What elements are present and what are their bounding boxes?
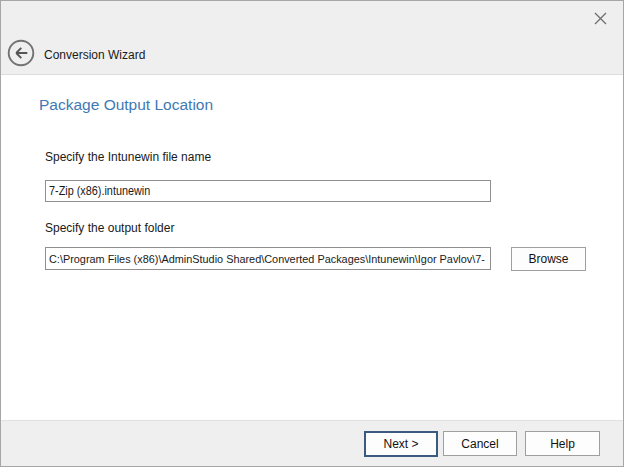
wizard-header: Conversion Wizard <box>1 1 623 75</box>
browse-button[interactable]: Browse <box>511 247 586 271</box>
wizard-title: Conversion Wizard <box>44 48 145 62</box>
output-folder-label: Specify the output folder <box>45 221 174 235</box>
footer-bar: Next > Cancel Help <box>1 420 623 466</box>
page-title: Package Output Location <box>39 96 213 114</box>
output-folder-input[interactable]: C:\Program Files (x86)\AdminStudio Share… <box>45 247 491 270</box>
close-button[interactable] <box>594 11 607 24</box>
file-name-input[interactable]: 7-Zip (x86).intunewin <box>45 180 491 202</box>
next-button[interactable]: Next > <box>364 431 438 457</box>
back-button[interactable] <box>7 39 35 67</box>
close-icon <box>594 12 607 25</box>
wizard-window: Conversion Wizard Package Output Locatio… <box>0 0 624 467</box>
arrow-left-icon <box>7 39 35 67</box>
cancel-button[interactable]: Cancel <box>443 431 517 456</box>
help-button[interactable]: Help <box>525 431 600 456</box>
file-name-label: Specify the Intunewin file name <box>45 150 211 164</box>
